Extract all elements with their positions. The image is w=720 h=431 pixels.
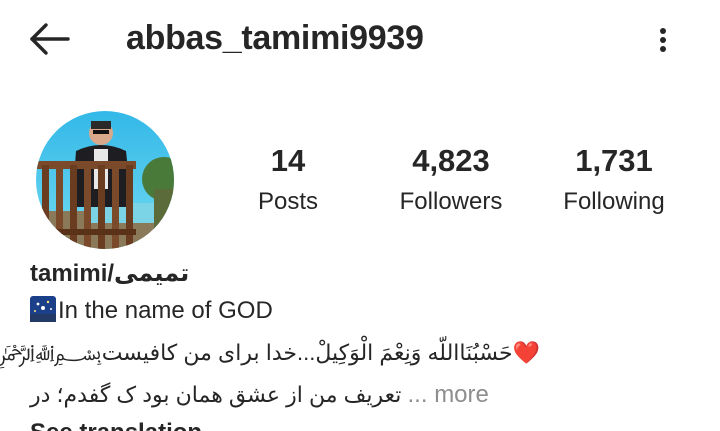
bio-line-1: In the name of GOD	[30, 294, 273, 328]
arrow-left-icon	[30, 23, 70, 55]
night-with-stars-emoji	[30, 296, 56, 322]
more-vertical-icon	[660, 28, 666, 34]
bio-line-3-text: تعریف من از عشق همان بود ک گفدم؛ در	[30, 382, 402, 407]
more-vertical-icon-dot	[660, 37, 666, 43]
bio-line-3: تعریف من از عشق همان بود ک گفدم؛ در ... …	[30, 378, 489, 412]
bio-display-name: tamimi/تمیمی	[30, 260, 190, 287]
bio-line-1-text: In the name of GOD	[58, 297, 273, 324]
following-stat[interactable]: 1,731 Following	[548, 142, 680, 219]
back-button[interactable]	[26, 18, 72, 60]
followers-label: Followers	[399, 188, 503, 215]
avatar-photo	[36, 111, 174, 249]
see-translation-link[interactable]: See translation	[30, 418, 202, 431]
posts-stat[interactable]: 14 Posts	[238, 142, 338, 219]
profile-screen: abbas_tamimi9939 14 Posts 4,823 Follower…	[0, 0, 720, 431]
profile-avatar[interactable]	[36, 111, 174, 249]
posts-label: Posts	[257, 188, 319, 215]
more-link[interactable]: ... more	[408, 381, 489, 408]
following-label: Following	[563, 188, 665, 215]
followers-count: 4,823	[412, 143, 490, 178]
profile-username: abbas_tamimi9939	[126, 19, 424, 57]
profile-header: abbas_tamimi9939	[0, 0, 720, 78]
options-menu-button[interactable]	[650, 20, 676, 60]
more-vertical-icon-dot	[660, 46, 666, 52]
posts-count: 14	[270, 143, 306, 178]
following-count: 1,731	[575, 143, 653, 178]
bio-line-2: ❤️حَسْبُنَااللّه وَنِعْمَ الْوَكِيلْ...خ…	[0, 340, 540, 365]
followers-stat[interactable]: 4,823 Followers	[380, 142, 522, 219]
